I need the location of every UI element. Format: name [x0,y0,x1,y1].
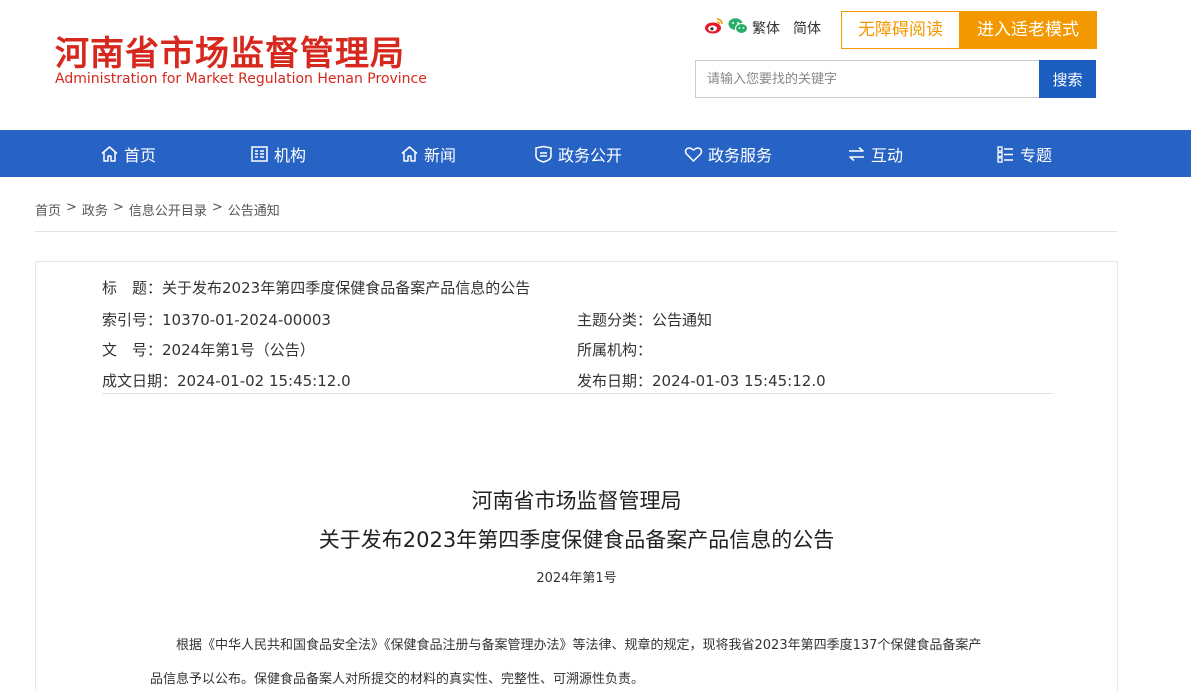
breadcrumb-notices[interactable]: 公告通知 [228,200,280,219]
meta-title-label: 标 题： [102,279,163,297]
meta-category-label: 主题分类： [577,311,653,329]
meta-docno: 文 号：2024年第1号（公告） [102,339,315,360]
heart-icon [684,145,703,163]
search-input[interactable] [695,60,1039,98]
document-number: 2024年第1号 [536,571,617,586]
elder-mode-button[interactable]: 进入适老模式 [959,11,1097,49]
search-button[interactable]: 搜索 [1039,60,1096,98]
document-paragraph-line: 品信息予以公布。保健食品备案人对所提交的材料的真实性、完整性、可溯源性负责。 [150,672,645,687]
meta-index-value: 10370-01-2024-00003 [162,311,331,329]
meta-published: 发布日期：2024-01-03 15:45:12.0 [577,370,826,391]
lang-traditional-link[interactable]: 繁体 [752,18,780,38]
weibo-icon[interactable] [704,17,724,35]
meta-title-value: 关于发布2023年第四季度保健食品备案产品信息的公告 [162,279,531,297]
nav-item-label: 专题 [1020,145,1053,165]
meta-created-value: 2024-01-02 15:45:12.0 [177,372,351,390]
nav-item-home[interactable]: 首页 [100,130,156,177]
nav-item-label: 政务公开 [558,145,623,165]
article-panel: 标 题：关于发布2023年第四季度保健食品备案产品信息的公告 索引号：10370… [35,261,1118,691]
org-icon [250,145,269,163]
meta-category-value: 公告通知 [652,311,713,329]
accessibility-button[interactable]: 无障碍阅读 [841,11,960,49]
nav-item-label: 首页 [124,145,157,165]
home-icon [100,145,119,163]
breadcrumb-divider [35,231,1117,232]
nav-item-label: 机构 [274,145,307,165]
nav-item-news[interactable]: 新闻 [400,130,456,177]
topic-icon [996,145,1015,163]
meta-published-label: 发布日期： [577,372,653,390]
nav-item-label: 政务服务 [708,145,773,165]
meta-docno-label: 文 号： [102,341,163,359]
nav-item-label: 新闻 [424,145,457,165]
meta-created-label: 成文日期： [102,372,178,390]
site-header: 河南省市场监督管理局 Administration for Market Reg… [0,0,1191,130]
document-title: 关于发布2023年第四季度保健食品备案产品信息的公告 [318,528,835,552]
wechat-icon[interactable] [728,17,748,35]
nav-item-gov-open[interactable]: 政务公开 [534,130,622,177]
nav-item-gov-service[interactable]: 政务服务 [684,130,772,177]
meta-org: 所属机构： [577,339,652,360]
share-icons [704,17,748,35]
nav-item-label: 互动 [871,145,904,165]
meta-org-label: 所属机构： [577,341,653,359]
meta-published-value: 2024-01-03 15:45:12.0 [652,372,826,390]
nav-item-org[interactable]: 机构 [250,130,306,177]
breadcrumb-separator: > [112,200,124,215]
breadcrumb-gov[interactable]: 政务 [82,200,108,219]
news-icon [400,145,419,163]
meta-created: 成文日期：2024-01-02 15:45:12.0 [102,370,351,391]
gov-open-icon [534,145,553,163]
breadcrumb-separator: > [211,200,223,215]
site-logo-en[interactable]: Administration for Market Regulation Hen… [55,71,427,87]
breadcrumb-separator: > [66,200,77,215]
main-nav: 首页 机构 新闻 政务公开 政务服务 互动 专题 [0,130,1191,177]
meta-category: 主题分类：公告通知 [577,309,712,330]
nav-item-topic[interactable]: 专题 [996,130,1052,177]
breadcrumb-home[interactable]: 首页 [35,200,61,219]
document-issuer: 河南省市场监督管理局 [471,489,682,513]
meta-index-label: 索引号： [102,311,163,329]
lang-simplified-link[interactable]: 简体 [793,18,821,38]
document-paragraph-line: 根据《中华人民共和国食品安全法》《保健食品注册与备案管理办法》等法律、规章的规定… [176,638,982,653]
nav-item-interaction[interactable]: 互动 [847,130,903,177]
interaction-icon [847,145,866,163]
meta-divider [102,393,1053,394]
site-logo-cn[interactable]: 河南省市场监督管理局 [55,26,405,75]
breadcrumb-catalog[interactable]: 信息公开目录 [129,200,207,219]
breadcrumb: 首页 > 政务 > 信息公开目录 > 公告通知 [35,200,280,219]
meta-docno-value: 2024年第1号（公告） [162,341,315,359]
meta-index: 索引号：10370-01-2024-00003 [102,309,331,330]
meta-title: 标 题：关于发布2023年第四季度保健食品备案产品信息的公告 [102,277,530,298]
